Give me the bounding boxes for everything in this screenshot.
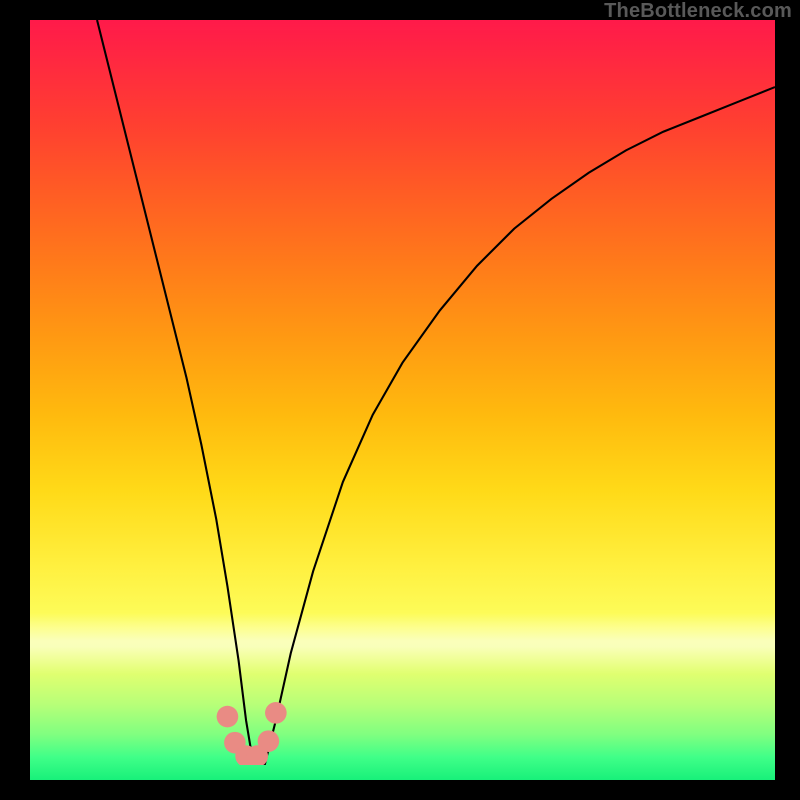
chart-frame: TheBottleneck.com xyxy=(0,0,800,800)
bottleneck-curve-path xyxy=(97,20,775,765)
curve-layer xyxy=(30,20,775,765)
markers-group xyxy=(217,702,287,765)
marker-dot xyxy=(258,730,280,752)
watermark-text: TheBottleneck.com xyxy=(604,0,792,23)
marker-dot xyxy=(217,706,239,728)
plot-area xyxy=(30,20,775,780)
marker-dot xyxy=(265,702,287,724)
